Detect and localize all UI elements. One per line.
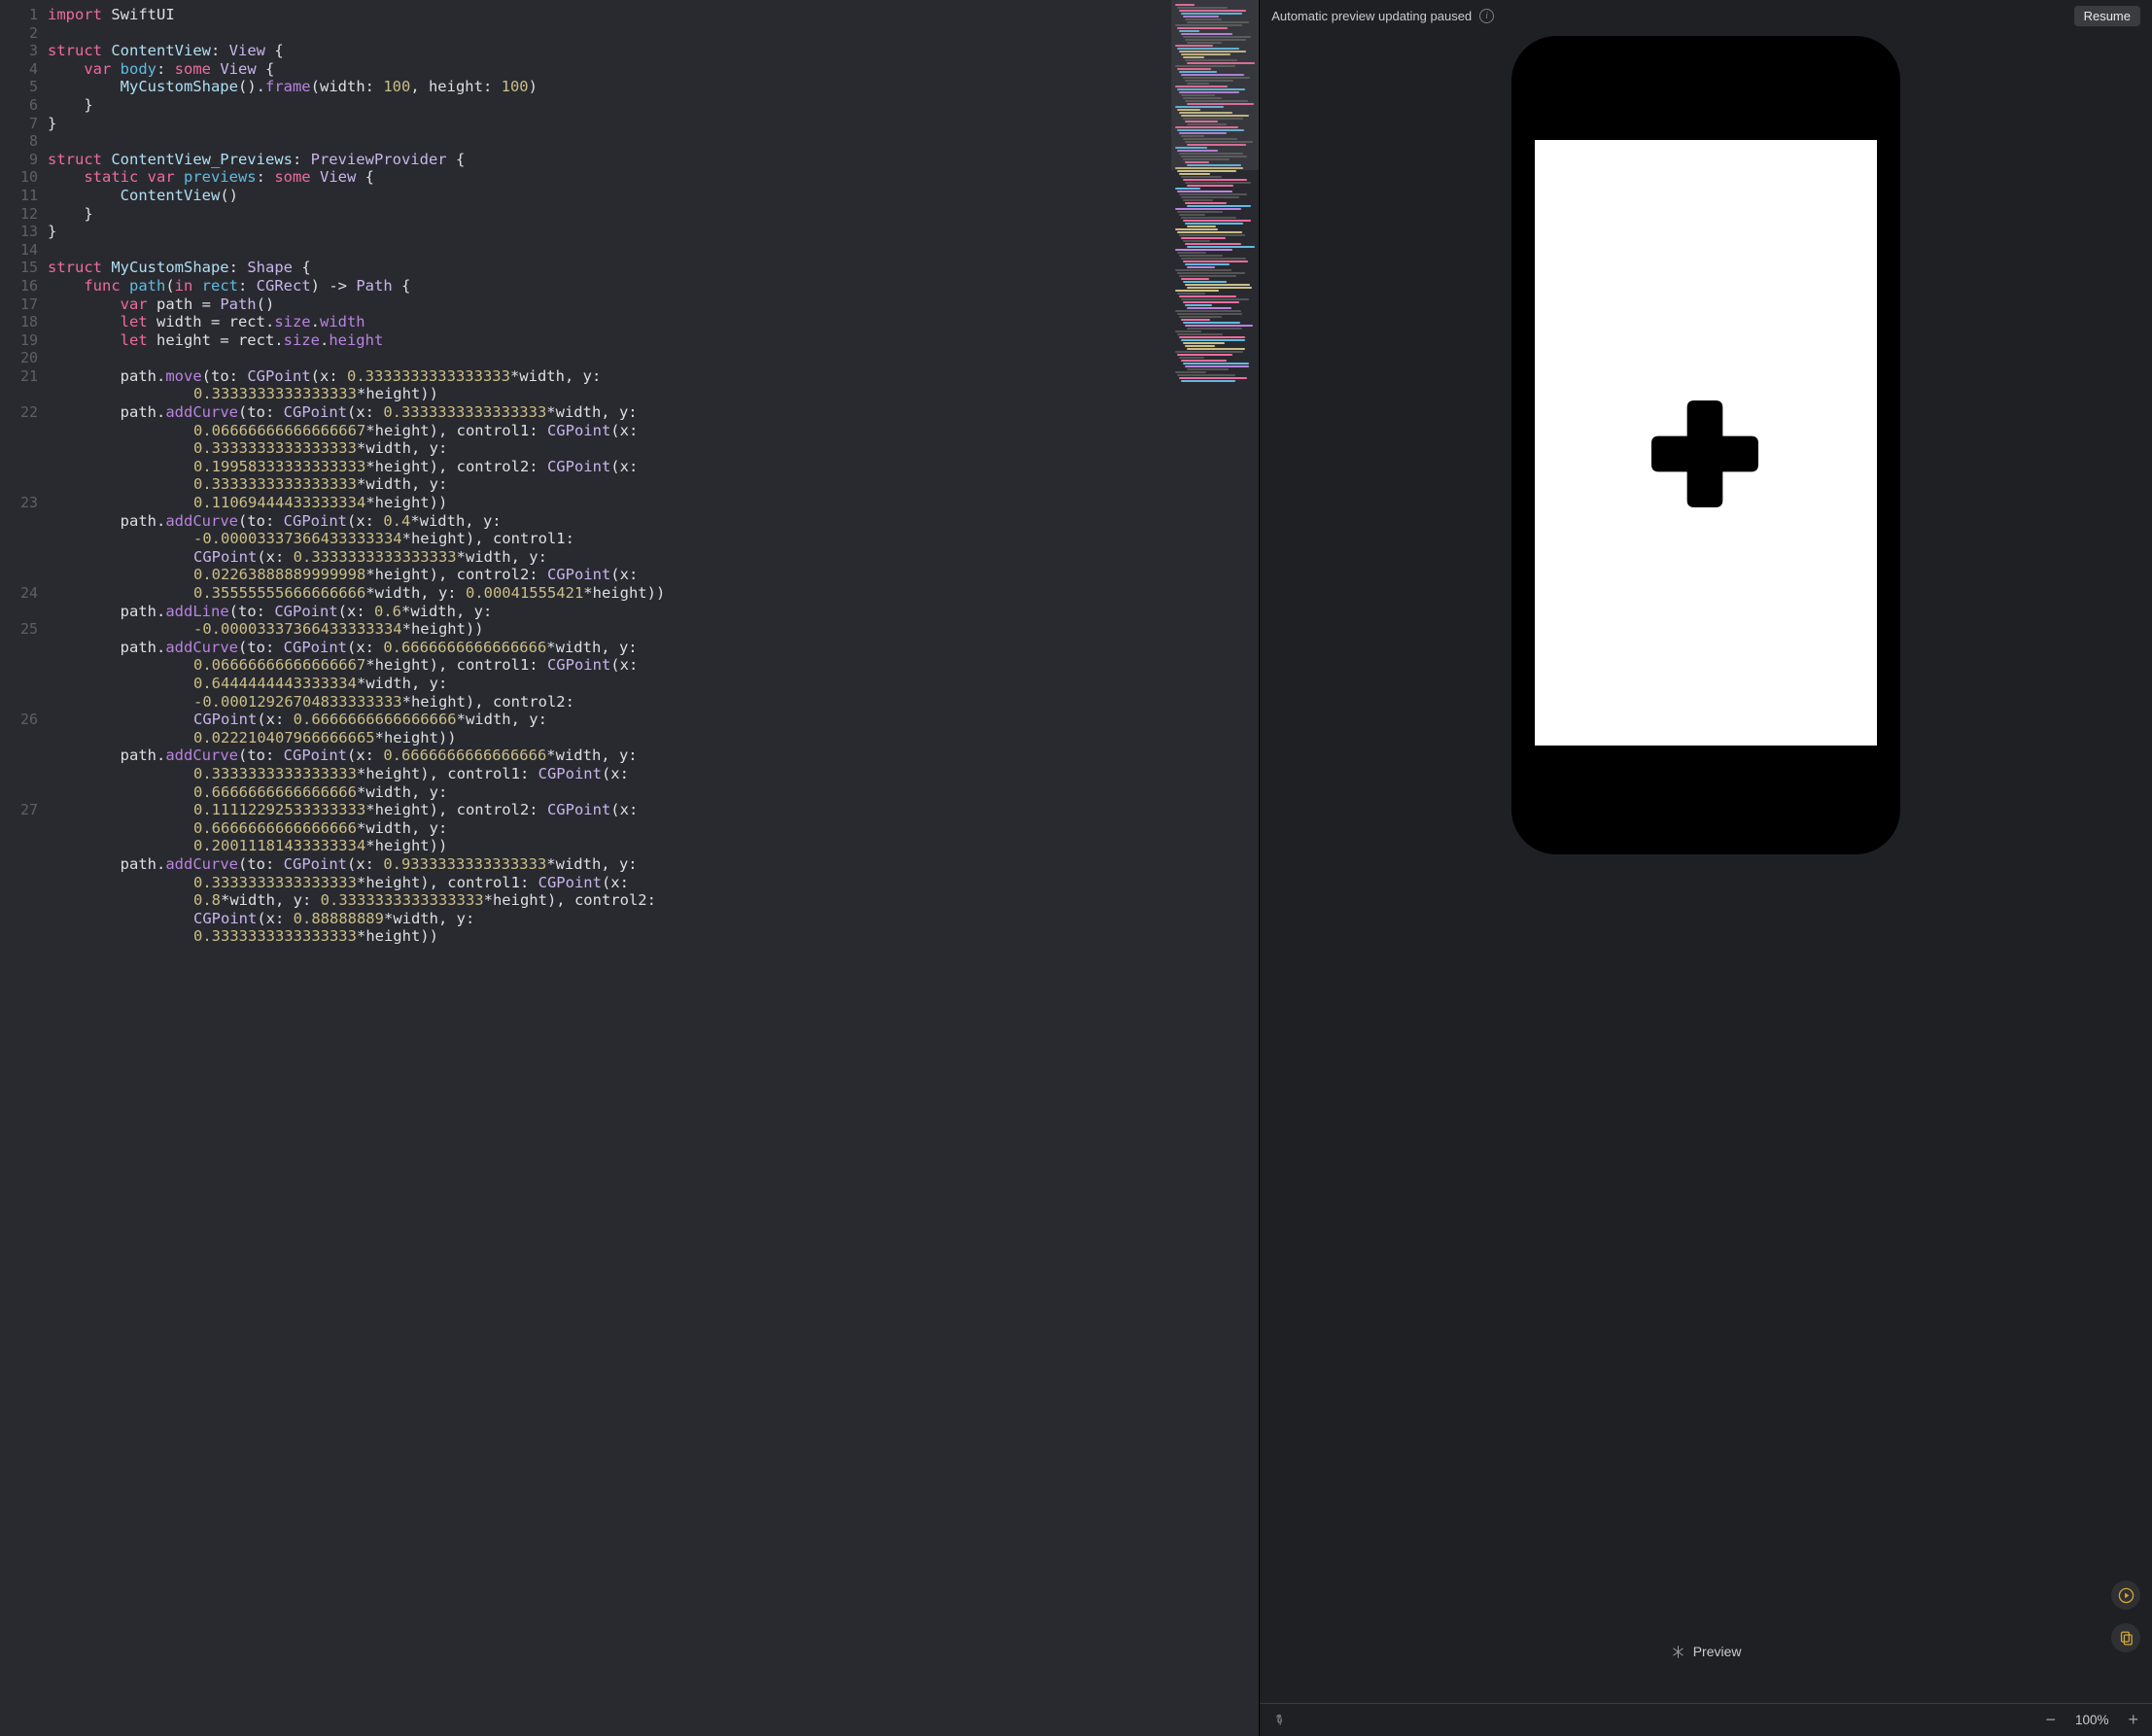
preview-canvas[interactable]: Preview ✎ − 100% + (1260, 32, 2152, 1736)
duplicate-preview-button[interactable] (2111, 1623, 2140, 1652)
code-editor[interactable]: 1234567891011121314151617181920212223242… (0, 0, 1259, 1736)
preview-pane: Automatic preview updating paused i Resu… (1259, 0, 2152, 1736)
preview-status-text: Automatic preview updating paused (1271, 9, 1472, 23)
preview-status-bar: Automatic preview updating paused i Resu… (1260, 0, 2152, 32)
live-preview-button[interactable] (2111, 1580, 2140, 1610)
zoom-out-button[interactable]: − (2045, 1710, 2056, 1730)
device-frame (1511, 36, 1900, 854)
preview-caption: Preview (1260, 1644, 2152, 1659)
zoom-level[interactable]: 100% (2075, 1713, 2109, 1727)
preview-label: Preview (1693, 1644, 1742, 1659)
minimap-viewport[interactable] (1171, 0, 1259, 170)
zoom-bar: ✎ − 100% + (1260, 1703, 2152, 1736)
zoom-in-button[interactable]: + (2128, 1710, 2138, 1730)
pinwheel-icon (1671, 1645, 1685, 1659)
plus-shape-icon (1651, 400, 1758, 507)
device-screen (1535, 140, 1877, 746)
minimap[interactable] (1171, 0, 1259, 1736)
resume-button[interactable]: Resume (2074, 6, 2140, 26)
info-icon[interactable]: i (1479, 9, 1494, 23)
pin-icon[interactable]: ✎ (1270, 1711, 1288, 1730)
code-area[interactable]: import SwiftUIstruct ContentView: View {… (48, 0, 1171, 1736)
line-number-gutter: 1234567891011121314151617181920212223242… (0, 0, 48, 1736)
